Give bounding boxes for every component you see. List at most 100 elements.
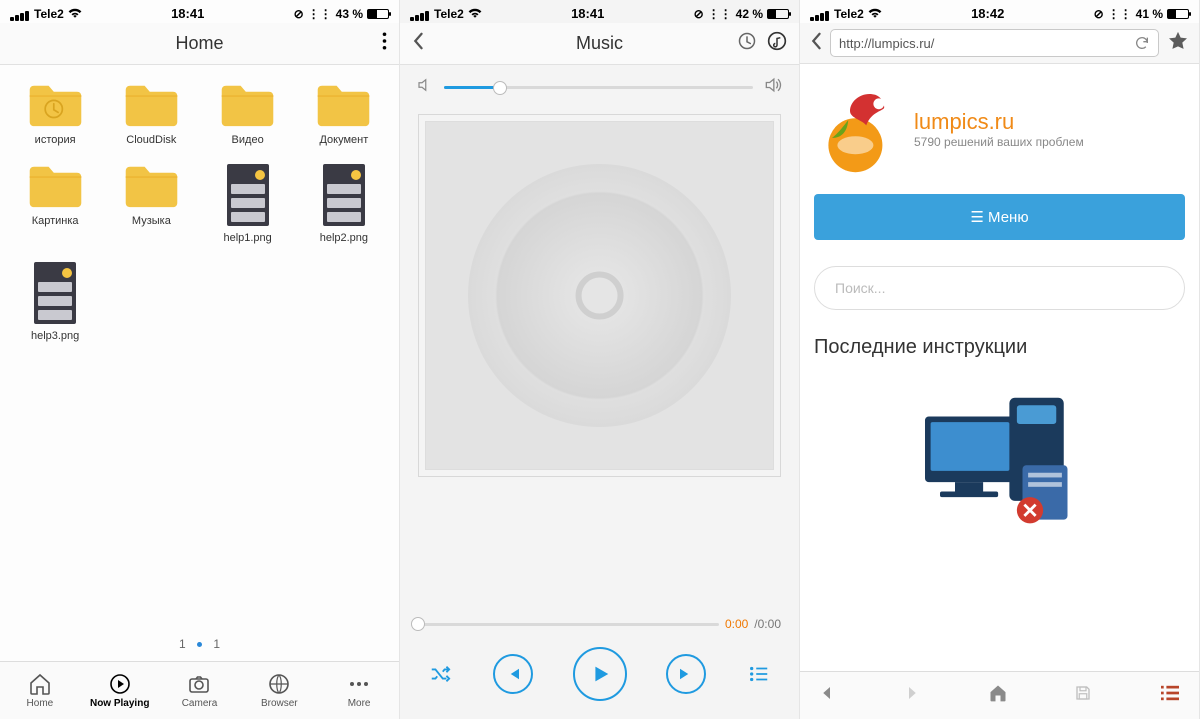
back-icon[interactable] <box>810 32 822 55</box>
tab-now-playing[interactable]: Now Playing <box>80 662 160 719</box>
shuffle-button[interactable] <box>426 660 454 688</box>
image-thumb <box>323 164 365 226</box>
bluetooth-icon: ⋮⋮ <box>708 7 732 21</box>
prev-button[interactable] <box>493 654 533 694</box>
hamburger-icon: ☰ <box>970 209 988 226</box>
file-help1[interactable]: help1.png <box>203 164 293 244</box>
item-label: Картинка <box>32 215 79 227</box>
section-heading: Последние инструкции <box>814 336 1185 359</box>
tab-home[interactable]: Home <box>0 662 80 719</box>
nav-list-button[interactable] <box>1159 684 1181 707</box>
volume-row <box>400 65 799 110</box>
folder-music[interactable]: Музыка <box>106 164 196 244</box>
album-art-frame <box>418 114 781 477</box>
status-bar: Tele2 18:41 ⊘ ⋮⋮ 42 % <box>400 0 799 23</box>
item-label: help3.png <box>31 330 79 342</box>
history-icon[interactable] <box>737 31 757 56</box>
time-current: 0:00 <box>725 617 748 631</box>
carrier-label: Tele2 <box>834 7 864 21</box>
brand-subtitle: 5790 решений ваших проблем <box>914 135 1084 149</box>
nav-bar: Home <box>0 23 399 65</box>
play-button[interactable] <box>573 647 627 701</box>
tab-label: Home <box>27 698 54 709</box>
home-icon <box>28 672 52 696</box>
brand-title: lumpics.ru <box>914 109 1084 135</box>
nav-bar: Music <box>400 23 799 65</box>
battery-icon <box>367 9 389 19</box>
playlist-button[interactable] <box>745 660 773 688</box>
pager-dot-icon <box>197 642 202 647</box>
folder-icon <box>124 164 179 209</box>
item-label: help2.png <box>320 232 368 244</box>
menu-button[interactable]: ☰ Меню <box>814 194 1185 240</box>
item-label: Документ <box>319 134 368 146</box>
folder-video[interactable]: Видео <box>203 83 293 146</box>
more-icon[interactable] <box>382 32 387 55</box>
signal-icon <box>810 7 830 21</box>
pager-cur: 1 <box>179 637 186 651</box>
next-button[interactable] <box>666 654 706 694</box>
album-art <box>425 121 774 470</box>
dots-icon <box>347 672 371 696</box>
player-controls <box>400 635 799 719</box>
page-content[interactable]: lumpics.ru 5790 решений ваших проблем ☰ … <box>800 64 1199 671</box>
camera-icon <box>187 672 211 696</box>
play-circle-icon <box>108 672 132 696</box>
item-label: Музыка <box>132 215 171 227</box>
volume-slider[interactable] <box>444 86 753 89</box>
volume-low-icon[interactable] <box>416 76 434 99</box>
battery-percent: 42 % <box>736 7 763 21</box>
status-bar: Tele2 18:42 ⊘ ⋮⋮ 41 % <box>800 0 1199 23</box>
folder-history[interactable]: история <box>10 83 100 146</box>
browser-toolbar <box>800 671 1199 719</box>
file-grid: история CloudDisk Видео Документ Картинк… <box>0 65 399 360</box>
folder-clouddisk[interactable]: CloudDisk <box>106 83 196 146</box>
reload-icon[interactable] <box>1134 35 1150 51</box>
search-input[interactable]: Поиск... <box>814 266 1185 310</box>
tab-browser[interactable]: Browser <box>239 662 319 719</box>
nav-save-button[interactable] <box>1074 684 1092 707</box>
battery-percent: 41 % <box>1136 7 1163 21</box>
nav-forward-button[interactable] <box>903 684 921 707</box>
folder-icon <box>124 83 179 128</box>
signal-icon <box>410 7 430 21</box>
site-logo <box>814 84 904 174</box>
nav-home-button[interactable] <box>988 683 1008 708</box>
time-total: /0:00 <box>754 617 781 631</box>
file-help2[interactable]: help2.png <box>299 164 389 244</box>
alarm-icon: ⊘ <box>694 7 704 21</box>
alarm-icon: ⊘ <box>294 7 304 21</box>
folder-icon <box>220 83 275 128</box>
volume-high-icon[interactable] <box>763 75 783 100</box>
globe-icon <box>267 672 291 696</box>
folder-document[interactable]: Документ <box>299 83 389 146</box>
folder-icon <box>28 83 83 128</box>
progress-slider[interactable] <box>418 623 719 626</box>
page-title: Home <box>175 33 223 54</box>
signal-icon <box>10 7 30 21</box>
search-placeholder: Поиск... <box>835 280 885 296</box>
tab-more[interactable]: More <box>319 662 399 719</box>
battery-icon <box>1167 9 1189 19</box>
bluetooth-icon: ⋮⋮ <box>1108 7 1132 21</box>
site-brand: lumpics.ru 5790 решений ваших проблем <box>814 84 1185 174</box>
tab-camera[interactable]: Camera <box>160 662 240 719</box>
clock: 18:41 <box>171 6 204 21</box>
url-bar-row: http://lumpics.ru/ <box>800 23 1199 64</box>
tab-label: Browser <box>261 698 298 709</box>
url-field[interactable]: http://lumpics.ru/ <box>830 29 1159 57</box>
folder-icon <box>28 164 83 209</box>
wifi-icon <box>868 7 882 21</box>
folder-icon <box>316 83 371 128</box>
nav-back-button[interactable] <box>818 684 836 707</box>
folder-picture[interactable]: Картинка <box>10 164 100 244</box>
wifi-icon <box>468 7 482 21</box>
tab-bar: Home Now Playing Camera Browser More <box>0 661 399 719</box>
star-icon[interactable] <box>1167 30 1189 57</box>
alarm-icon: ⊘ <box>1094 7 1104 21</box>
file-help3[interactable]: help3.png <box>10 262 100 342</box>
back-icon[interactable] <box>412 32 424 55</box>
music-note-icon[interactable] <box>767 31 787 56</box>
progress-row: 0:00/0:00 <box>400 613 799 635</box>
article-image <box>814 379 1185 534</box>
